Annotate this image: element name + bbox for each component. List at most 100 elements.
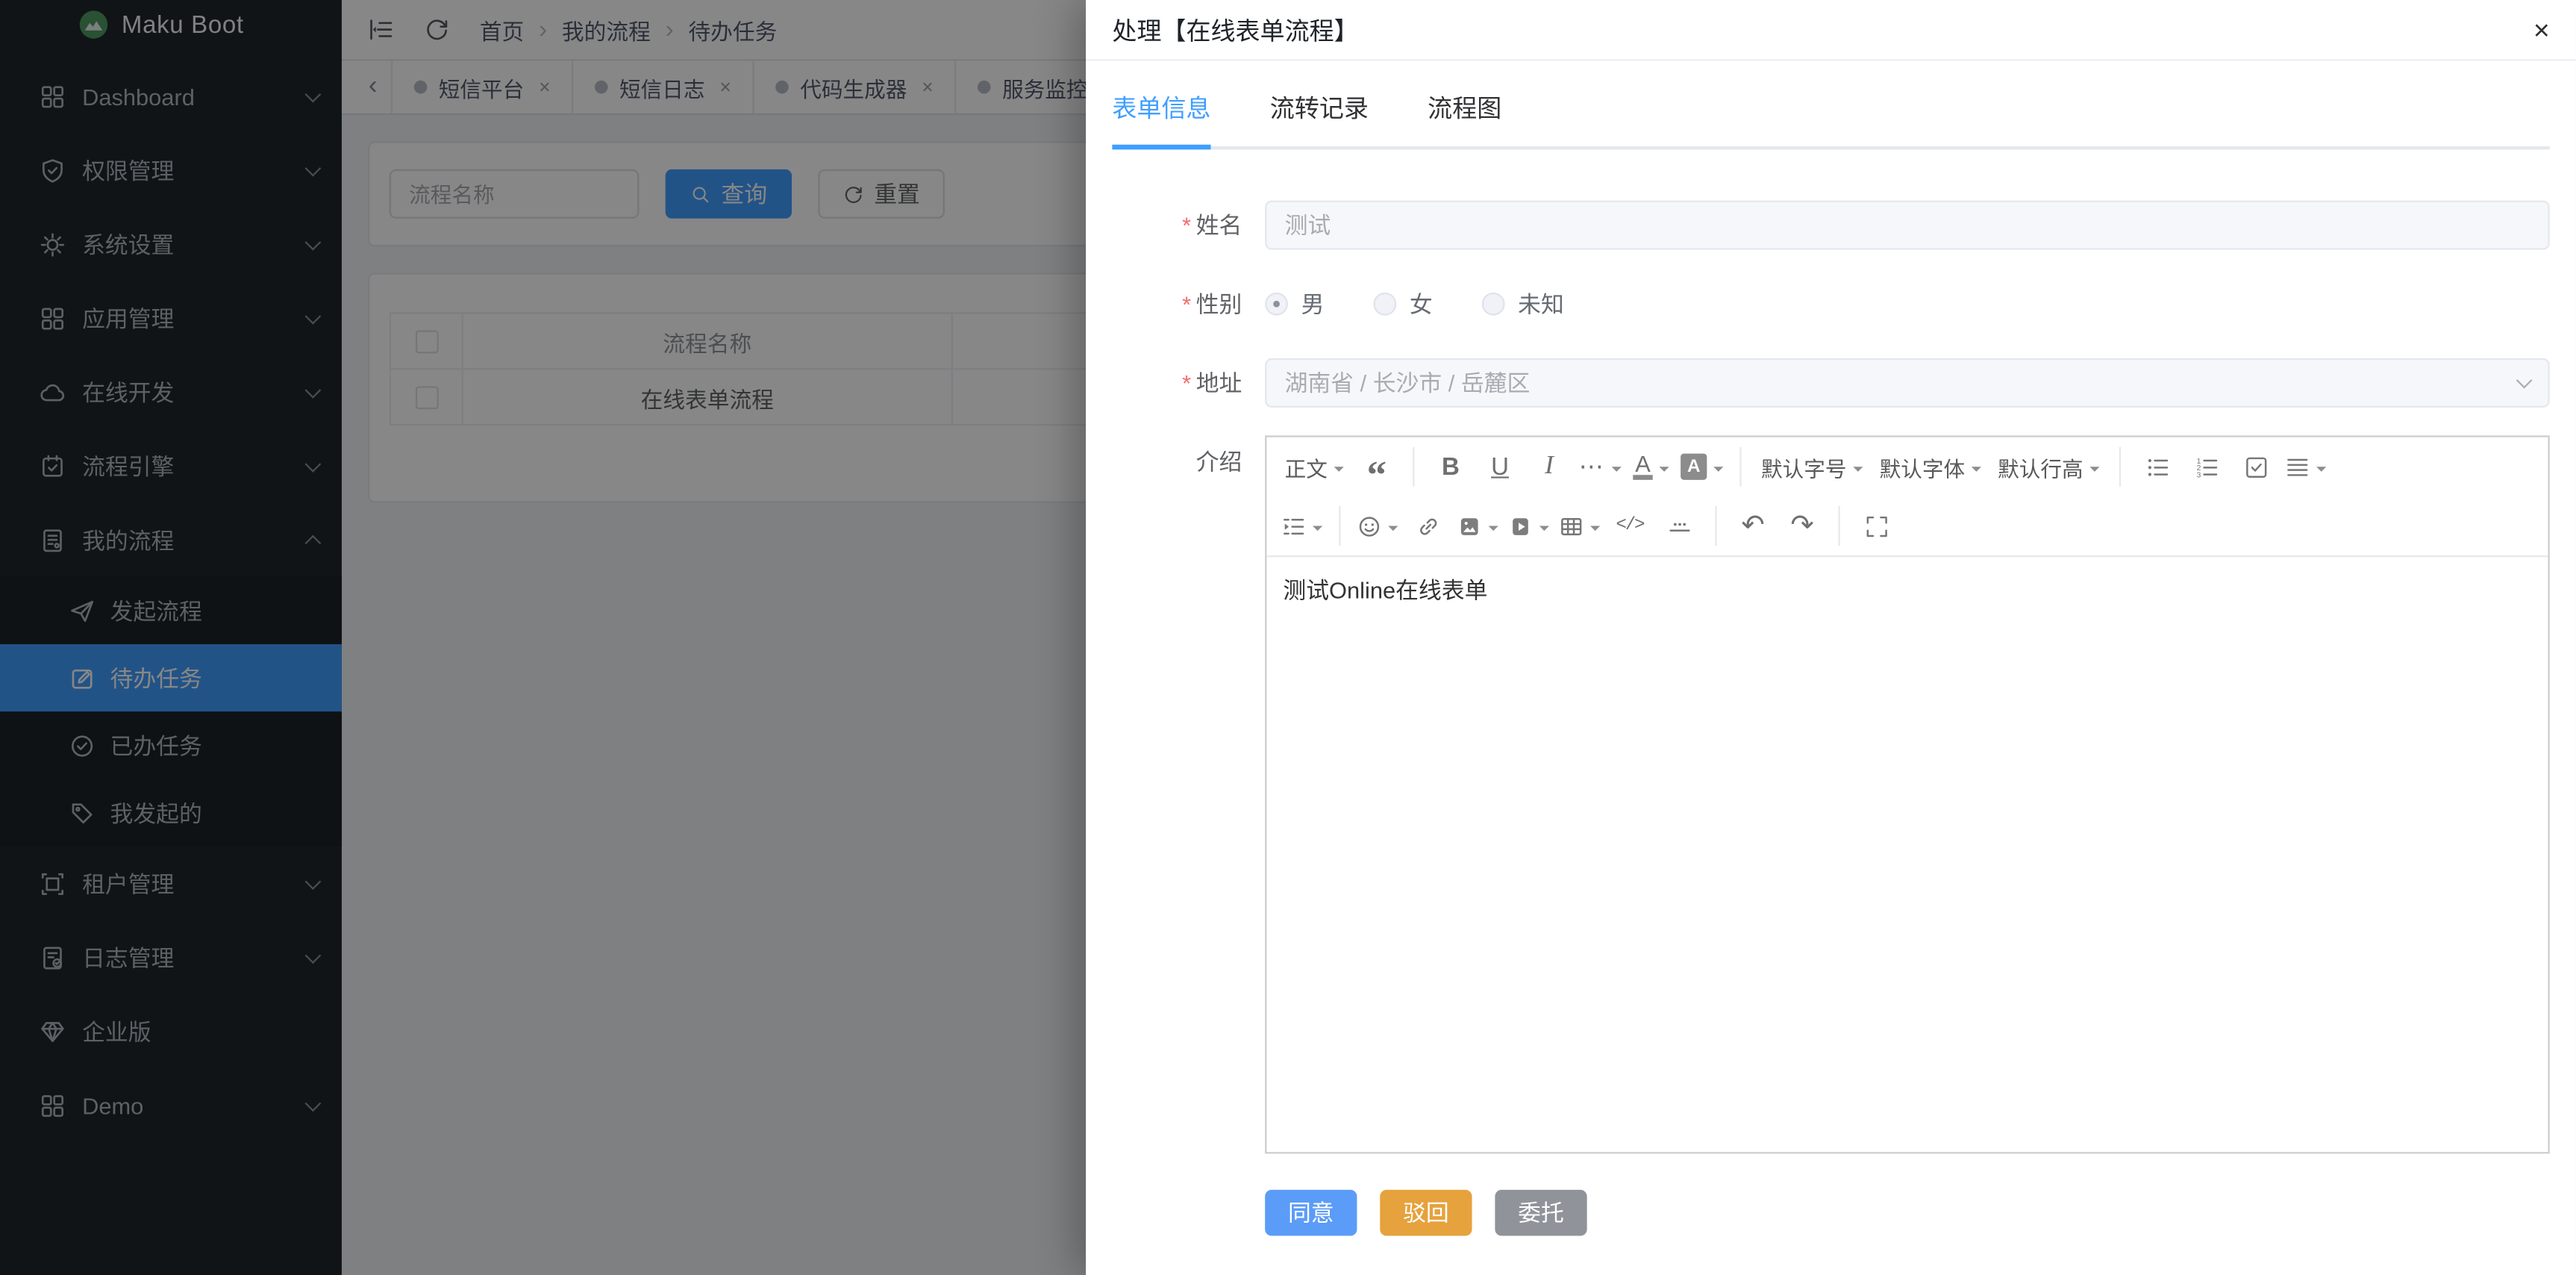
caret-down-icon (1590, 525, 1600, 534)
toolbar-divider (2119, 447, 2121, 487)
todo-list-button[interactable] (2231, 442, 2280, 491)
image-icon (1457, 514, 1482, 538)
link-icon (1416, 514, 1440, 538)
horizontal-rule-icon (1666, 514, 1691, 538)
form-row-gender: *性别 男 女 未知 (1112, 279, 2549, 328)
indent-dropdown[interactable] (1277, 501, 1328, 550)
line-height-dropdown[interactable]: 默认行高 (1989, 442, 2108, 491)
agree-button[interactable]: 同意 (1265, 1190, 1357, 1236)
caret-down-icon (1334, 466, 1344, 476)
caret-down-icon (1659, 466, 1669, 476)
gender-label: 性别 (1196, 291, 1242, 317)
delegate-button[interactable]: 委托 (1495, 1190, 1586, 1236)
insert-image-dropdown[interactable] (1452, 501, 1503, 550)
tab-flow-records[interactable]: 流转记录 (1270, 90, 1369, 146)
bullet-list-icon (2145, 455, 2169, 479)
code-block-button[interactable]: </> (1605, 501, 1654, 550)
caret-down-icon (2089, 466, 2099, 476)
align-dropdown[interactable] (2280, 442, 2331, 491)
caret-down-icon (1313, 525, 1322, 534)
more-styles-dropdown[interactable]: ⋯ (1574, 442, 1626, 491)
form-row-address: *地址 湖南省 / 长沙市 / 岳麓区 (1112, 358, 2549, 408)
close-icon[interactable]: × (2533, 16, 2550, 43)
caret-down-icon (1972, 466, 1981, 476)
toolbar-divider (1739, 447, 1741, 487)
form-row-intro: 介绍 正文 “ B U I ⋯ A (1112, 437, 2549, 1154)
fullscreen-button[interactable] (1851, 501, 1901, 550)
radio-icon (1265, 293, 1288, 316)
emoji-dropdown[interactable] (1352, 501, 1403, 550)
name-label: 姓名 (1196, 212, 1242, 238)
insert-video-dropdown[interactable] (1503, 501, 1554, 550)
undo-button[interactable]: ↶ (1728, 501, 1778, 550)
address-select[interactable]: 湖南省 / 长沙市 / 岳麓区 (1265, 358, 2550, 408)
intro-label: 介绍 (1196, 449, 1242, 475)
font-size-dropdown[interactable]: 默认字号 (1753, 442, 1872, 491)
name-field[interactable] (1265, 201, 2550, 250)
radio-icon (1482, 293, 1505, 316)
editor-content[interactable]: 测试Online在线表单 (1266, 557, 2548, 1152)
bullet-list-button[interactable] (2133, 442, 2182, 491)
numbered-list-button[interactable]: 123 (2182, 442, 2231, 491)
caret-down-icon (1612, 466, 1622, 476)
rich-text-editor: 正文 “ B U I ⋯ A A 默认字号 (1265, 435, 2550, 1153)
toolbar-divider (1715, 506, 1716, 546)
required-mark: * (1182, 212, 1191, 238)
drawer-tabs: 表单信息 流转记录 流程图 (1112, 90, 2549, 149)
caret-down-icon (1539, 525, 1549, 534)
caret-down-icon (1853, 466, 1863, 476)
tab-flow-diagram[interactable]: 流程图 (1428, 90, 1501, 146)
drawer-body: 表单信息 流转记录 流程图 *姓名 *性别 男 女 未知 (1086, 60, 2576, 1235)
fullscreen-icon (1864, 514, 1889, 538)
form-row-name: *姓名 (1112, 201, 2549, 250)
background-color-dropdown[interactable]: A (1676, 442, 1728, 491)
toolbar-divider (1838, 506, 1839, 546)
task-drawer: 处理【在线表单流程】 × 表单信息 流转记录 流程图 *姓名 *性别 男 (1086, 0, 2576, 1275)
gender-radio-group: 男 女 未知 (1265, 281, 2550, 327)
radio-female[interactable]: 女 (1373, 287, 1432, 320)
align-justify-icon (2285, 455, 2310, 479)
radio-male[interactable]: 男 (1265, 287, 1324, 320)
caret-down-icon (1388, 525, 1398, 534)
ellipsis-icon: ⋯ (1579, 452, 1605, 481)
reject-button[interactable]: 驳回 (1380, 1190, 1472, 1236)
caret-down-icon (2316, 466, 2326, 476)
paragraph-style-dropdown[interactable]: 正文 (1277, 442, 1352, 491)
insert-link-button[interactable] (1403, 501, 1452, 550)
toolbar-row-1: 正文 “ B U I ⋯ A A 默认字号 (1266, 437, 2548, 496)
app-root: Maku Boot Dashboard 权限管理 系统设置 应用管理 在线开发 (0, 0, 2576, 1275)
task-form: *姓名 *性别 男 女 未知 *地址 湖南省 / 长沙市 / 岳麓区 (1112, 201, 2549, 1236)
toolbar-divider (1413, 447, 1414, 487)
numbered-list-icon: 123 (2194, 455, 2219, 479)
toolbar-row-2: </> ↶ ↷ (1266, 496, 2548, 555)
table-icon (1559, 514, 1584, 538)
tab-form-info[interactable]: 表单信息 (1112, 90, 1210, 146)
indent-icon (1281, 514, 1306, 538)
blockquote-button[interactable]: “ (1352, 442, 1401, 491)
editor-toolbar: 正文 “ B U I ⋯ A A 默认字号 (1266, 437, 2548, 558)
radio-icon (1373, 293, 1396, 316)
address-value: 湖南省 / 长沙市 / 岳麓区 (1265, 358, 2550, 408)
modal-overlay[interactable] (0, 0, 1086, 1275)
drawer-actions: 同意 驳回 委托 (1265, 1190, 2550, 1236)
required-mark: * (1182, 291, 1191, 317)
redo-button[interactable]: ↷ (1778, 501, 1827, 550)
quote-icon: “ (1367, 449, 1387, 484)
font-family-dropdown[interactable]: 默认字体 (1872, 442, 1990, 491)
font-color-dropdown[interactable]: A (1627, 442, 1676, 491)
checkbox-icon (2243, 455, 2268, 479)
bold-button[interactable]: B (1426, 442, 1475, 491)
address-label: 地址 (1196, 370, 1242, 396)
caret-down-icon (1489, 525, 1498, 534)
divider-button[interactable] (1654, 501, 1704, 550)
font-color-icon: A (1634, 454, 1652, 480)
toolbar-divider (1339, 506, 1340, 546)
svg-text:3: 3 (2196, 470, 2201, 478)
caret-down-icon (1713, 466, 1723, 476)
emoji-icon (1357, 514, 1381, 538)
insert-table-dropdown[interactable] (1554, 501, 1605, 550)
underline-button[interactable]: U (1475, 442, 1525, 491)
italic-button[interactable]: I (1525, 442, 1574, 491)
radio-unknown[interactable]: 未知 (1482, 287, 1564, 320)
drawer-title: 处理【在线表单流程】 (1112, 13, 1358, 47)
